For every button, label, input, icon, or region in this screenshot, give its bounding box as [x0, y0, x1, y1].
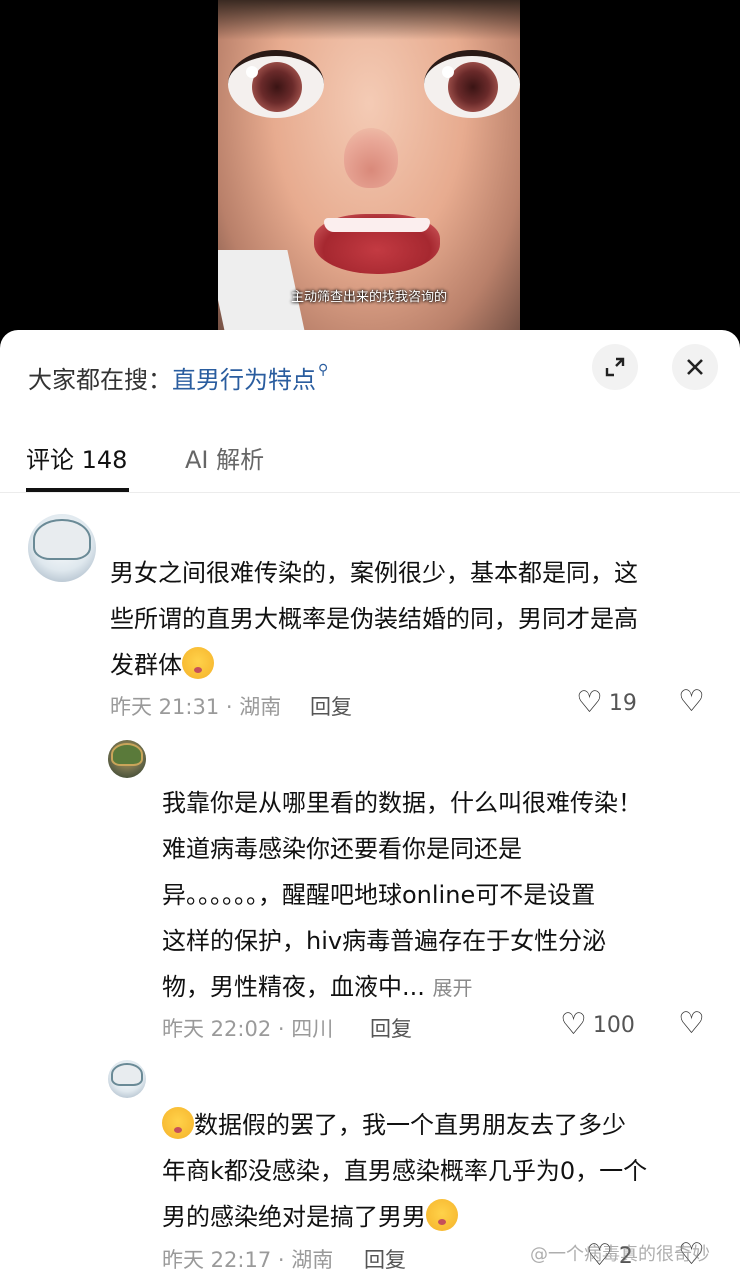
- comment-sheet: 大家都在搜： 直男行为特点 ⚲ 评论 148 AI 解析 男女之间很难传染的，案…: [0, 330, 740, 1280]
- dislike-heart-icon[interactable]: ♡: [678, 1006, 705, 1041]
- watermark: @一个病毒真的很奇妙: [530, 1244, 710, 1265]
- close-button[interactable]: [672, 344, 718, 390]
- comment-line: 男女之间很难传染的，案例很少，基本都是同，这: [110, 559, 638, 587]
- heart-icon: ♡: [560, 1007, 587, 1042]
- dislike-heart-icon[interactable]: ♡: [678, 684, 705, 719]
- comment-3-meta: 昨天 22:17 · 湖南: [162, 1248, 334, 1272]
- comment-line-text: 数据假的罢了，我一个直男朋友去了多少: [194, 1111, 626, 1139]
- avatar[interactable]: [28, 514, 96, 582]
- search-query-link[interactable]: 直男行为特点: [172, 360, 316, 395]
- comment-line: 难道病毒感染你还要看你是同还是: [162, 835, 522, 863]
- comment-1-text: 男女之间很难传染的，案例很少，基本都是同，这 些所谓的直男大概率是伪装结婚的同，…: [110, 550, 638, 688]
- avatar[interactable]: [108, 1060, 146, 1098]
- comment-line: 年商k都没感染，直男感染概率几乎为0，一个: [162, 1157, 648, 1185]
- video-caption: 主动筛查出来的找我咨询的: [290, 290, 447, 305]
- active-tab-indicator: [26, 488, 129, 492]
- comment-line-text: 物，男性精夜，血液中...: [162, 973, 425, 1001]
- search-prefix: 大家都在搜：: [28, 366, 172, 394]
- heart-icon: ♡: [576, 685, 603, 720]
- expand-icon: [605, 357, 625, 377]
- tab-bar: 评论 148 AI 解析: [0, 430, 740, 493]
- search-suggestion[interactable]: 大家都在搜： 直男行为特点 ⚲: [28, 360, 328, 395]
- video-left-eye: [228, 50, 324, 118]
- close-icon: [687, 359, 703, 375]
- comment-2-text: 我靠你是从哪里看的数据，什么叫很难传染！ 难道病毒感染你还要看你是同还是 异。。…: [162, 780, 642, 1011]
- comment-line: 男的感染绝对是搞了男男: [162, 1194, 647, 1240]
- avatar[interactable]: [108, 740, 146, 778]
- like-button[interactable]: ♡ 19: [576, 688, 637, 718]
- comment-line: 我靠你是从哪里看的数据，什么叫很难传染！: [162, 789, 642, 817]
- video-right-eye: [424, 50, 520, 118]
- comment-line: 这样的保护，hiv病毒普遍存在于女性分泌: [162, 927, 607, 955]
- video-frame[interactable]: 主动筛查出来的找我咨询的: [218, 0, 520, 345]
- comment-line: 些所谓的直男大概率是伪装结婚的同，男同才是高: [110, 605, 638, 633]
- reply-button[interactable]: 回复: [370, 1013, 412, 1043]
- comment-line-text: 发群体: [110, 651, 182, 679]
- reply-button[interactable]: 回复: [310, 691, 352, 721]
- video-player[interactable]: 主动筛查出来的找我咨询的: [0, 0, 740, 345]
- video-nose: [344, 128, 398, 188]
- video-mouth: [314, 214, 440, 274]
- search-icon: ⚲: [318, 361, 329, 378]
- comment-line: 发群体: [110, 642, 638, 688]
- like-count: 100: [592, 1012, 635, 1038]
- kiss-emoji-icon: [426, 1199, 458, 1231]
- comment-3-text: 数据假的罢了，我一个直男朋友去了多少 年商k都没感染，直男感染概率几乎为0，一个…: [162, 1102, 647, 1240]
- comment-line: 异。。。。。。，醒醒吧地球online可不是设置: [162, 881, 596, 909]
- video-hair: [218, 0, 520, 40]
- tab-ai-analysis[interactable]: AI 解析: [185, 440, 264, 475]
- kiss-emoji-icon: [162, 1107, 194, 1139]
- comment-2-meta: 昨天 22:02 · 四川: [162, 1017, 334, 1041]
- expand-link[interactable]: 展开: [433, 976, 473, 1000]
- kiss-emoji-icon: [182, 647, 214, 679]
- reply-button[interactable]: 回复: [364, 1244, 406, 1274]
- comment-line: 数据假的罢了，我一个直男朋友去了多少: [162, 1102, 647, 1148]
- comment-line: 物，男性精夜，血液中... 展开: [162, 964, 642, 1011]
- like-button[interactable]: ♡ 100: [560, 1010, 635, 1040]
- comment-line-text: 男的感染绝对是搞了男男: [162, 1203, 426, 1231]
- expand-button[interactable]: [592, 344, 638, 390]
- comment-1-meta: 昨天 21:31 · 湖南: [110, 695, 282, 719]
- tab-comments[interactable]: 评论 148: [26, 440, 127, 475]
- like-count: 19: [608, 690, 637, 716]
